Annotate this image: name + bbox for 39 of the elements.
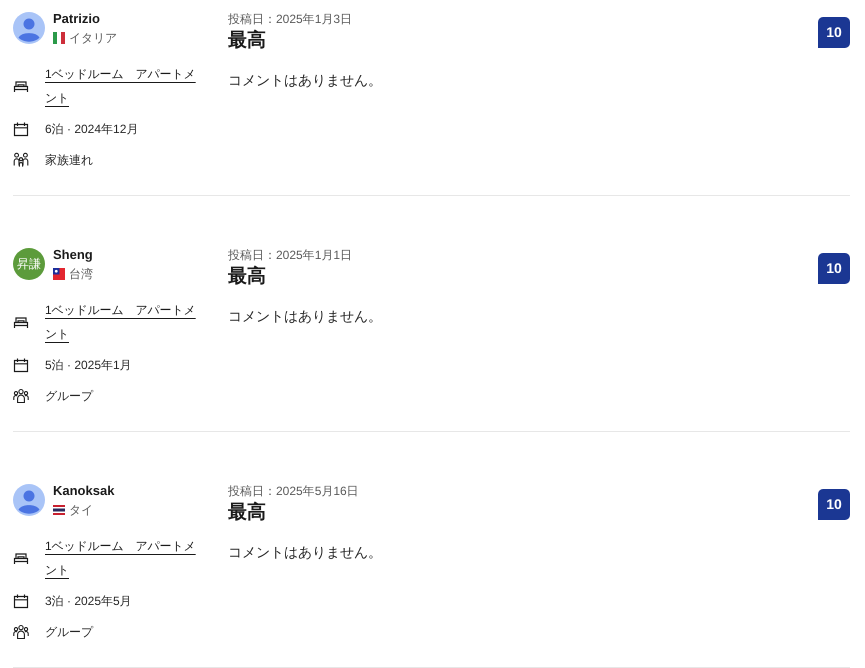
calendar-icon [13, 121, 29, 137]
review-title: 最高 [228, 28, 266, 53]
country-name: 台湾 [69, 266, 93, 282]
review-date: 投稿日：2025年5月16日 [228, 484, 359, 498]
flag-icon [53, 32, 65, 44]
room-type-link[interactable]: 1ベッドルーム アパートメント [45, 62, 200, 110]
review-comment: コメントはありません。 [228, 543, 382, 562]
country-name: タイ [69, 502, 93, 518]
review-title: 最高 [228, 500, 266, 525]
stay-info: 6泊 · 2024年12月 [45, 121, 138, 138]
user-avatar-icon [13, 484, 45, 516]
reviewer-name: Kanoksak [53, 484, 114, 498]
traveler-type: グループ [45, 624, 93, 641]
traveler-type: グループ [45, 388, 93, 405]
reviewer-name: Sheng [53, 248, 93, 262]
score-badge: 10 [818, 17, 850, 48]
group-icon [13, 388, 29, 404]
group-icon [13, 624, 29, 640]
calendar-icon [13, 593, 29, 609]
room-type-link[interactable]: 1ベッドルーム アパートメント [45, 298, 200, 346]
family-icon [13, 152, 29, 168]
reviewer-name: Patrizio [53, 12, 101, 26]
traveler-type: 家族連れ [45, 152, 93, 169]
review-date: 投稿日：2025年1月1日 [228, 248, 352, 262]
room-type-link[interactable]: 1ベッドルーム アパートメント [45, 534, 200, 582]
review-comment: コメントはありません。 [228, 307, 382, 326]
review-title: 最高 [228, 264, 266, 289]
review-comment: コメントはありません。 [228, 71, 382, 90]
score-badge: 10 [818, 253, 850, 284]
user-avatar-icon [13, 12, 45, 44]
flag-icon [53, 504, 65, 516]
user-avatar: 昇謙 [13, 248, 45, 280]
review-date: 投稿日：2025年1月3日 [228, 12, 352, 26]
flag-icon [53, 268, 65, 280]
score-badge: 10 [818, 489, 850, 520]
country-name: イタリア [69, 30, 117, 46]
stay-info: 5泊 · 2025年1月 [45, 357, 132, 374]
calendar-icon [13, 357, 29, 373]
stay-info: 3泊 · 2025年5月 [45, 593, 132, 610]
